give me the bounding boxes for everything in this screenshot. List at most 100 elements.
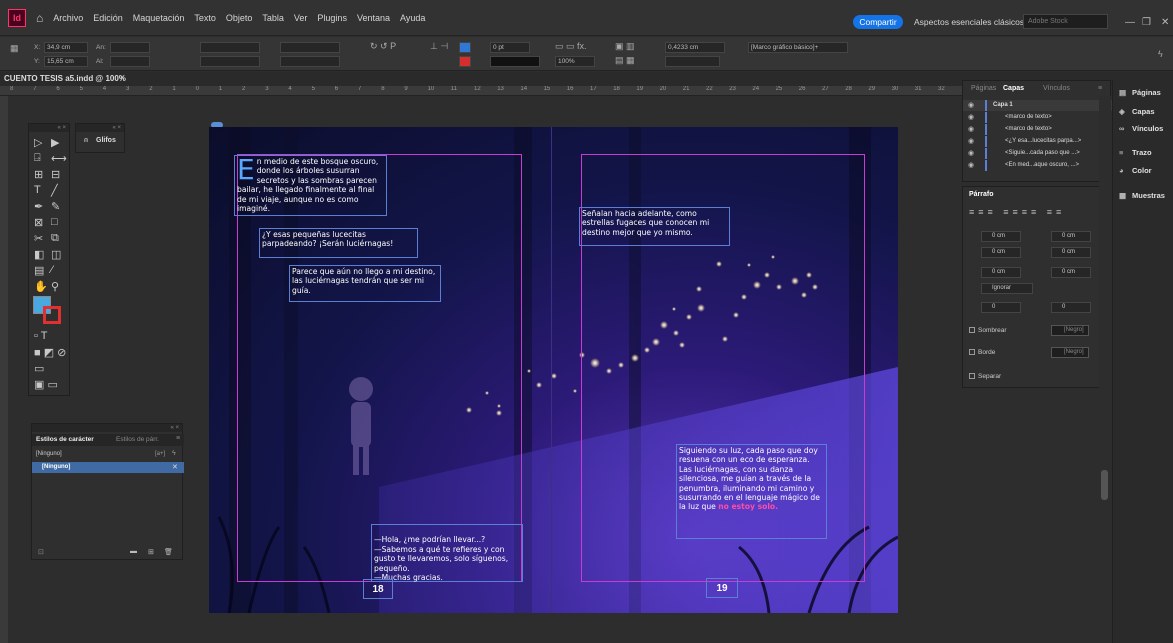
left-indent-field[interactable]: 0 cm	[981, 231, 1021, 242]
lightning-icon[interactable]: ϟ	[172, 450, 176, 457]
menu-ayuda[interactable]: Ayuda	[400, 13, 425, 23]
drop-cap-chars-field[interactable]: 0	[1051, 302, 1091, 313]
menu-tabla[interactable]: Tabla	[262, 13, 284, 23]
menu-archivo[interactable]: Archivo	[53, 13, 83, 23]
panel-menu-icon[interactable]: ≡	[1098, 85, 1102, 92]
page-tool-icon[interactable]: ⍈	[34, 152, 41, 165]
gap-field[interactable]: 0,4233 cm	[665, 42, 725, 53]
gradient-feather-tool-icon[interactable]: ◫	[51, 248, 61, 261]
zoom-tool-icon[interactable]: ⚲	[51, 280, 59, 293]
dock-stroke[interactable]: ≡ Trazo	[1119, 148, 1152, 157]
x-field[interactable]: 34,9 cm	[44, 42, 88, 53]
glyphs-label[interactable]: Glifos	[96, 137, 116, 144]
text-frame-lucecitas[interactable]: ¿Y esas pequeñas lucecitas parpadeando? …	[259, 228, 418, 258]
glyphs-panel-header[interactable]: « ×	[76, 124, 124, 132]
layer-row[interactable]: ◉ <¿Y esa...lucecitas parpa...>	[963, 136, 1112, 147]
space-before-field[interactable]: 0 cm	[981, 267, 1021, 278]
document-spread[interactable]: En medio de este bosque oscuro, donde lo…	[209, 127, 898, 613]
close-tab-icon[interactable]: ×	[120, 73, 125, 82]
close-icon[interactable]: ✕	[1161, 17, 1169, 28]
alignment-icons[interactable]: ≡≡≡ ≡≡≡≡ ≡≡	[969, 207, 1065, 217]
share-button[interactable]: Compartir	[853, 15, 903, 29]
border-checkbox[interactable]: Borde	[969, 349, 995, 356]
right-indent-field[interactable]: 0 cm	[1051, 231, 1091, 242]
menu-maquetacion[interactable]: Maquetación	[133, 13, 185, 23]
page-number-left[interactable]: 18	[363, 579, 393, 599]
document-tab[interactable]: CUENTO TESIS a5.indd @ 100%	[4, 74, 126, 83]
width-field[interactable]	[110, 42, 150, 53]
drop-cap-lines-field[interactable]: 0	[981, 302, 1021, 313]
stroke-type-select[interactable]	[490, 56, 540, 67]
workspace-select[interactable]: Aspectos esenciales clásicos ⌄	[914, 17, 1034, 28]
fitting-icon[interactable]: ▣ ▥	[615, 41, 635, 52]
eyedropper-tool-icon[interactable]: ⁄	[51, 264, 53, 276]
tab-character-styles[interactable]: Estilos de carácter	[36, 436, 94, 443]
text-frame-dialogue[interactable]: —Hola, ¿me podrían llevar...? —Sabemos a…	[371, 524, 523, 582]
minimize-icon[interactable]: —	[1125, 17, 1135, 28]
text-frame-siguiendo[interactable]: Siguiendo su luz, cada paso que doy resu…	[676, 444, 827, 539]
shading-swatch[interactable]: [Negro]	[1051, 325, 1089, 336]
folder-icon[interactable]: ⊡	[38, 548, 44, 556]
restore-icon[interactable]: ❐	[1142, 17, 1151, 28]
rectangle-frame-tool-icon[interactable]: ⊠	[34, 216, 43, 229]
stock-search-input[interactable]: Adobe Stock	[1023, 14, 1108, 29]
menu-texto[interactable]: Texto	[194, 13, 216, 23]
formatting-affects-icon[interactable]: ▫ T	[34, 330, 47, 342]
scissors-tool-icon[interactable]: ✂	[34, 232, 43, 245]
visibility-icon[interactable]: ◉	[968, 161, 974, 169]
object-style-select[interactable]: [Marco gráfico básico]+	[748, 42, 848, 53]
char-styles-panel-header[interactable]: « ×	[32, 424, 182, 432]
last-line-indent-field[interactable]: 0 cm	[1051, 247, 1091, 258]
fx-icon[interactable]: ▭ ▭ fx.	[555, 41, 587, 52]
dock-swatches[interactable]: ▦ Muestras	[1119, 191, 1165, 200]
direct-selection-tool-icon[interactable]: ▶	[51, 136, 59, 149]
visibility-icon[interactable]: ◉	[968, 137, 974, 145]
dock-layers[interactable]: ◈ Capas	[1119, 107, 1155, 116]
layer-row[interactable]: ◉ <En med...aque oscuro, ...>	[963, 160, 1112, 171]
screen-mode-icon[interactable]: ▭	[34, 362, 44, 375]
opacity-field[interactable]: 100%	[555, 56, 595, 67]
glyphs-icon[interactable]: ⍝	[84, 137, 88, 145]
menu-ver[interactable]: Ver	[294, 13, 308, 23]
pen-tool-icon[interactable]: ✒	[34, 200, 43, 213]
vertical-ruler[interactable]	[0, 96, 8, 643]
content-collector-icon[interactable]: ⊞	[34, 168, 43, 181]
auto-fit-select[interactable]	[665, 56, 720, 67]
free-transform-tool-icon[interactable]: ⧉	[51, 232, 59, 245]
layer-row[interactable]: ◉ Capa 1	[963, 100, 1112, 111]
text-frame-intro[interactable]: En medio de este bosque oscuro, donde lo…	[234, 155, 387, 216]
visibility-icon[interactable]: ◉	[968, 125, 974, 133]
tab-paragraph-styles[interactable]: Estilos de párr.	[116, 436, 159, 443]
new-group-icon[interactable]: ▬	[130, 548, 137, 555]
dock-links[interactable]: ∞ Vínculos	[1119, 124, 1163, 133]
note-tool-icon[interactable]: ▤	[34, 264, 44, 277]
dock-color[interactable]: ◕ Color	[1119, 166, 1152, 175]
visibility-icon[interactable]: ◉	[968, 101, 974, 109]
text-frame-estrellas[interactable]: Señalan hacia adelante, como estrellas f…	[579, 207, 730, 246]
rotate-field[interactable]	[280, 42, 340, 53]
dock-pages[interactable]: ▤ Páginas	[1119, 88, 1161, 97]
tab-pages[interactable]: Páginas	[971, 85, 996, 92]
height-field[interactable]	[110, 56, 150, 67]
view-mode-icon[interactable]: ▣ ▭	[34, 378, 58, 391]
first-line-indent-field[interactable]: 0 cm	[981, 247, 1021, 258]
menu-plugins[interactable]: Plugins	[317, 13, 347, 23]
stroke-color-icon[interactable]	[43, 306, 61, 324]
selection-tool-icon[interactable]: ▷	[34, 136, 42, 149]
menu-ventana[interactable]: Ventana	[357, 13, 390, 23]
border-swatch[interactable]: [Negro]	[1051, 347, 1089, 358]
scale-y-field[interactable]	[200, 56, 260, 67]
rectangle-tool-icon[interactable]: □	[51, 216, 58, 228]
tab-links[interactable]: Vínculos	[1043, 85, 1070, 92]
char-style-row-ninguno[interactable]: [Ninguno] ✕	[32, 462, 184, 473]
vertical-scrollbar[interactable]	[1099, 96, 1111, 643]
tools-panel-header[interactable]: « ×	[29, 124, 69, 132]
text-frame-guia[interactable]: Parece que aún no llego a mi destino, la…	[289, 265, 441, 302]
page-number-right[interactable]: 19	[706, 578, 738, 598]
line-tool-icon[interactable]: ╱	[51, 184, 58, 197]
panel-menu-icon[interactable]: ≡	[176, 435, 180, 442]
menu-edicion[interactable]: Edición	[93, 13, 123, 23]
align-grid-select[interactable]: Ignorar	[981, 283, 1033, 294]
gap-tool-icon[interactable]: ⟷	[51, 152, 67, 165]
reference-point-icon[interactable]: ▦	[10, 43, 19, 54]
